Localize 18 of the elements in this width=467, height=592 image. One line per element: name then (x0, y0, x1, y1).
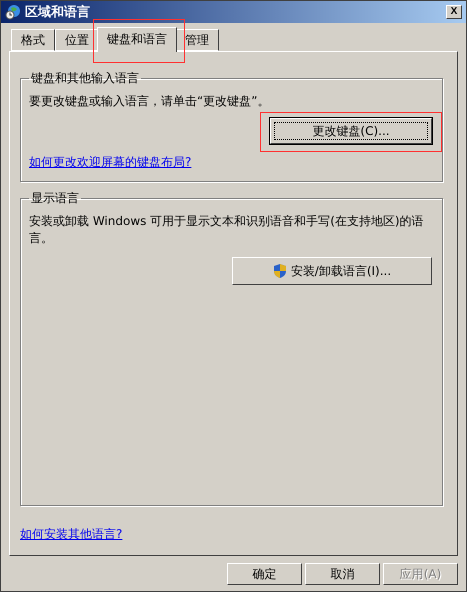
globe-clock-icon (5, 4, 21, 20)
tab[interactable]: 格式 (11, 29, 55, 51)
close-button[interactable]: X (446, 5, 462, 19)
tab[interactable]: 键盘和语言 (97, 27, 177, 52)
change-keyboard-button[interactable]: 更改键盘(C)... (270, 118, 432, 144)
install-language-button[interactable]: 安装/卸载语言(I)... (232, 257, 432, 285)
description-text: 安装或卸载 Windows 可用于显示文本和识别语音和手写(在支持地区)的语言。 (29, 213, 425, 247)
tab[interactable]: 位置 (55, 29, 99, 51)
tab[interactable]: 管理 (175, 29, 219, 51)
ok-button[interactable]: 确定 (227, 563, 302, 585)
cancel-button[interactable]: 取消 (305, 563, 380, 585)
shield-icon (272, 263, 287, 279)
window-title: 区域和语言 (25, 4, 91, 21)
instruction-text: 要更改键盘或输入语言，请单击“更改键盘”。 (29, 93, 270, 110)
group-title: 显示语言 (30, 190, 80, 207)
keyboard-layout-link[interactable]: 如何更改欢迎屏幕的键盘布局? (29, 155, 192, 169)
install-languages-link[interactable]: 如何安装其他语言? (20, 527, 122, 541)
group-title: 键盘和其他输入语言 (30, 70, 140, 87)
